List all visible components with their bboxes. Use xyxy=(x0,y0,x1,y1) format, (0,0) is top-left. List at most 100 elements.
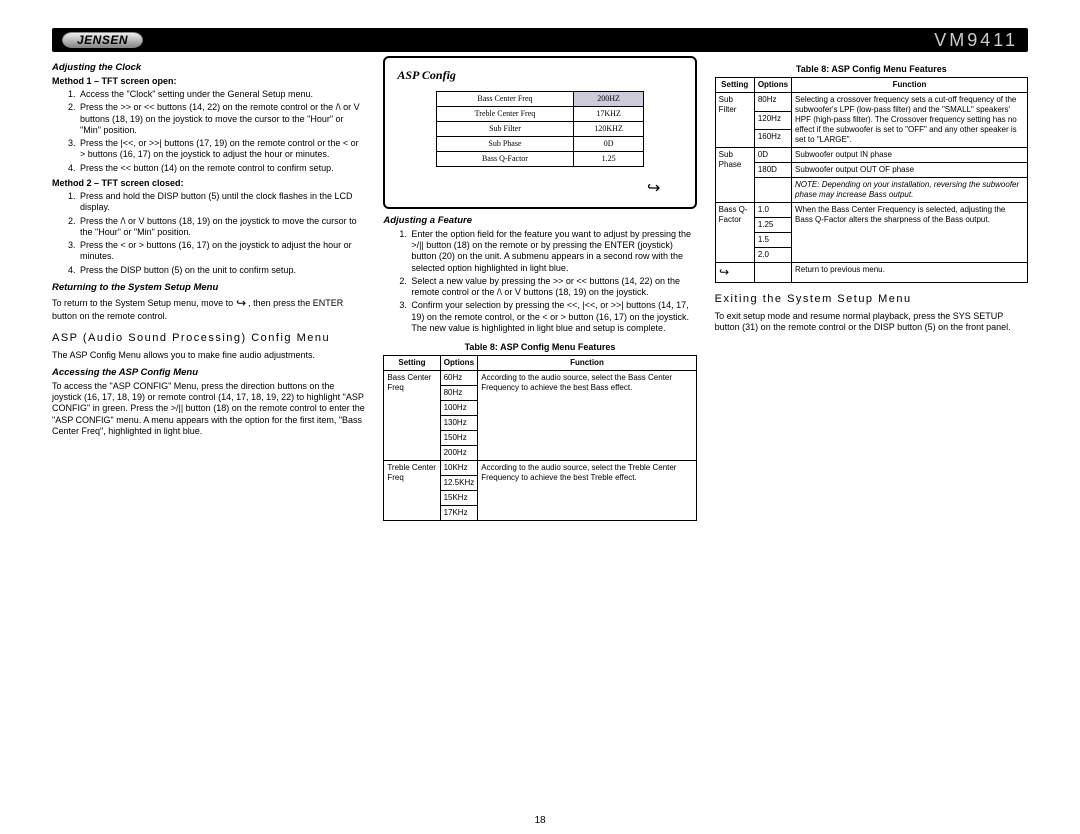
table-row: NOTE: Depending on your installation, re… xyxy=(715,178,1027,203)
menu-label: Bass Q-Factor xyxy=(436,152,573,167)
cell-option: 2.0 xyxy=(754,248,791,263)
text: To return to the System Setup menu, move… xyxy=(52,298,236,308)
table-row: Bass Center Freq60HzAccording to the aud… xyxy=(384,371,696,386)
header-bar: JENSEN VM9411 xyxy=(52,28,1028,52)
table-row: Bass Center Freq200HZ xyxy=(436,92,643,107)
th-setting: Setting xyxy=(715,78,754,93)
cell-function: According to the audio source, select th… xyxy=(478,461,696,521)
cell-option: 180D xyxy=(754,163,791,178)
table-row: 180DSubwoofer output OUT OF phase xyxy=(715,163,1027,178)
cell-option: 10KHz xyxy=(440,461,478,476)
list-item: Press the << button (14) on the remote c… xyxy=(78,163,365,174)
adjust-feature-steps: Enter the option field for the feature y… xyxy=(383,229,696,334)
cell-option: 17KHz xyxy=(440,506,478,521)
asp-menu-table: Bass Center Freq200HZ Treble Center Freq… xyxy=(436,91,644,167)
page-number: 18 xyxy=(0,815,1080,826)
model-number: VM9411 xyxy=(934,30,1018,51)
list-item: Press and hold the DISP button (5) until… xyxy=(78,191,365,214)
th-options: Options xyxy=(754,78,791,93)
cell-function: Subwoofer output OUT OF phase xyxy=(792,163,1028,178)
heading-accessing: Accessing the ASP Config Menu xyxy=(52,367,365,379)
list-item: Confirm your selection by pressing the <… xyxy=(409,300,696,334)
cell-option: 160Hz xyxy=(754,129,791,147)
cell-note: NOTE: Depending on your installation, re… xyxy=(792,178,1028,203)
heading-returning: Returning to the System Setup Menu xyxy=(52,282,365,294)
cell-function: Return to previous menu. xyxy=(792,263,1028,283)
cell-option: 150Hz xyxy=(440,431,478,446)
table-caption: Table 8: ASP Config Menu Features xyxy=(715,64,1028,75)
heading-exit: Exiting the System Setup Menu xyxy=(715,293,1028,307)
cell-option xyxy=(754,263,791,283)
heading-method1: Method 1 – TFT screen open: xyxy=(52,76,365,87)
method2-steps: Press and hold the DISP button (5) until… xyxy=(52,191,365,276)
asp-config-screen: ASP Config Bass Center Freq200HZ Treble … xyxy=(383,56,696,209)
cell-option: 15KHz xyxy=(440,491,478,506)
list-item: Press the >> or << buttons (14, 22) on t… xyxy=(78,102,365,136)
cell-option: 100Hz xyxy=(440,401,478,416)
table-row: Bass Q-Factor1.25 xyxy=(436,152,643,167)
cell-option xyxy=(754,178,791,203)
th-options: Options xyxy=(440,356,478,371)
table-row: Treble Center Freq17KHZ xyxy=(436,107,643,122)
list-item: Select a new value by pressing the >> or… xyxy=(409,276,696,299)
return-text: To return to the System Setup menu, move… xyxy=(52,296,365,322)
cell-function: Selecting a crossover frequency sets a c… xyxy=(792,93,1028,148)
th-setting: Setting xyxy=(384,356,440,371)
column-3: Table 8: ASP Config Menu Features Settin… xyxy=(715,56,1028,521)
th-function: Function xyxy=(792,78,1028,93)
column-2: ASP Config Bass Center Freq200HZ Treble … xyxy=(383,56,696,521)
table-caption: Table 8: ASP Config Menu Features xyxy=(383,342,696,353)
table-row: Sub Filter80HzSelecting a crossover freq… xyxy=(715,93,1027,111)
menu-value: 1.25 xyxy=(574,152,644,167)
menu-label: Bass Center Freq xyxy=(436,92,573,107)
screen-title: ASP Config xyxy=(395,66,684,91)
table-row: Sub Phase0DSubwoofer output IN phase xyxy=(715,148,1027,163)
list-item: Press the |<<, or >>| buttons (17, 19) o… xyxy=(78,138,365,161)
cell-function: According to the audio source, select th… xyxy=(478,371,696,461)
cell-option: 200Hz xyxy=(440,446,478,461)
menu-label: Treble Center Freq xyxy=(436,107,573,122)
cell-setting: Sub Phase xyxy=(715,148,754,203)
menu-value: 17KHZ xyxy=(574,107,644,122)
cell-setting: Sub Filter xyxy=(715,93,754,148)
list-item: Access the "Clock" setting under the Gen… xyxy=(78,89,365,100)
heading-asp-menu: ASP (Audio Sound Processing) Config Menu xyxy=(52,332,365,346)
menu-label: Sub Filter xyxy=(436,122,573,137)
cell-option: 1.5 xyxy=(754,233,791,248)
cell-option: 130Hz xyxy=(440,416,478,431)
cell-option: 0D xyxy=(754,148,791,163)
feature-table-1: Setting Options Function Bass Center Fre… xyxy=(383,355,696,521)
return-row: ↩ xyxy=(395,167,684,199)
table-row: Bass Q-Factor1.0When the Bass Center Fre… xyxy=(715,203,1027,218)
menu-value: 0D xyxy=(574,137,644,152)
cell-function: When the Bass Center Frequency is select… xyxy=(792,203,1028,263)
return-icon: ↩ xyxy=(236,296,246,311)
list-item: Press the < or > buttons (16, 17) on the… xyxy=(78,240,365,263)
table-header-row: Setting Options Function xyxy=(715,78,1027,93)
cell-option: 60Hz xyxy=(440,371,478,386)
list-item: Press the /\ or V buttons (18, 19) on th… xyxy=(78,216,365,239)
table-row: ↩ Return to previous menu. xyxy=(715,263,1027,283)
cell-option: 120Hz xyxy=(754,111,791,129)
table-row: Treble Center Freq10KHzAccording to the … xyxy=(384,461,696,476)
menu-label: Sub Phase xyxy=(436,137,573,152)
menu-value: 120KHZ xyxy=(574,122,644,137)
list-item: Enter the option field for the feature y… xyxy=(409,229,696,274)
return-icon: ↩ xyxy=(719,265,729,280)
cell-option: 80Hz xyxy=(440,386,478,401)
cell-setting: Bass Center Freq xyxy=(384,371,440,461)
cell-setting: Bass Q-Factor xyxy=(715,203,754,263)
cell-option: 1.25 xyxy=(754,218,791,233)
heading-adjust-clock: Adjusting the Clock xyxy=(52,62,365,74)
heading-method2: Method 2 – TFT screen closed: xyxy=(52,178,365,189)
brand-logo: JENSEN xyxy=(62,32,143,48)
table-header-row: Setting Options Function xyxy=(384,356,696,371)
cell-setting-icon: ↩ xyxy=(715,263,754,283)
manual-page: JENSEN VM9411 Adjusting the Clock Method… xyxy=(0,0,1080,834)
cell-option: 12.5KHz xyxy=(440,476,478,491)
column-1: Adjusting the Clock Method 1 – TFT scree… xyxy=(52,56,365,521)
list-item: Press the DISP button (5) on the unit to… xyxy=(78,265,365,276)
table-row: Sub Phase0D xyxy=(436,137,643,152)
cell-option: 1.0 xyxy=(754,203,791,218)
method1-steps: Access the "Clock" setting under the Gen… xyxy=(52,89,365,174)
